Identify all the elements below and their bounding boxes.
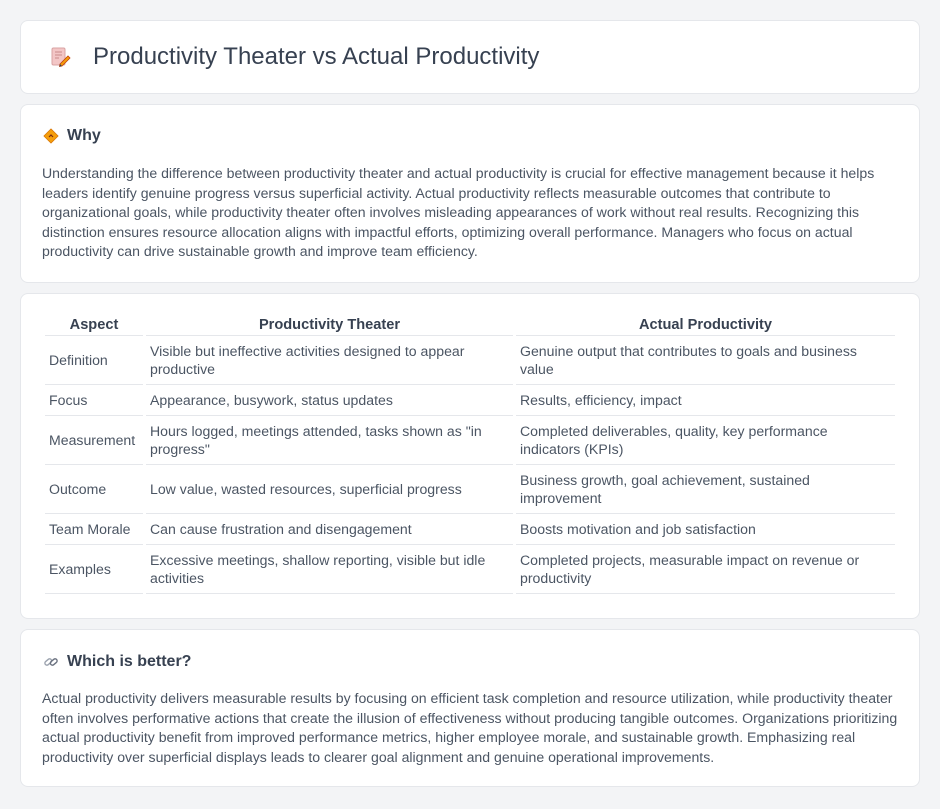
table-row: Definition Visible but ineffective activ… (45, 336, 895, 385)
column-header: Productivity Theater (146, 313, 513, 336)
table-row: Outcome Low value, wasted resources, sup… (45, 465, 895, 514)
table-row: Examples Excessive meetings, shallow rep… (45, 545, 895, 594)
why-section: Why Understanding the difference between… (20, 104, 920, 283)
table-cell: Measurement (45, 416, 143, 465)
table-cell: Boosts motivation and job satisfaction (516, 514, 895, 545)
diamond-sign-icon (42, 127, 60, 145)
table-row: Focus Appearance, busywork, status updat… (45, 385, 895, 416)
why-text: Understanding the difference between pro… (42, 165, 875, 259)
title-card: Productivity Theater vs Actual Productiv… (20, 20, 920, 94)
table-cell: Excessive meetings, shallow reporting, v… (146, 545, 513, 594)
table-header-row: Aspect Productivity Theater Actual Produ… (45, 313, 895, 336)
table-cell: Completed projects, measurable impact on… (516, 545, 895, 594)
column-header: Actual Productivity (516, 313, 895, 336)
better-heading: Which is better? (67, 653, 192, 670)
table-cell: Outcome (45, 465, 143, 514)
which-is-better-section: Which is better? Actual productivity del… (20, 629, 920, 787)
table-cell: Team Morale (45, 514, 143, 545)
column-header: Aspect (45, 313, 143, 336)
table-cell: Business growth, goal achievement, susta… (516, 465, 895, 514)
better-heading-row: Which is better? (42, 653, 898, 671)
page-title: Productivity Theater vs Actual Productiv… (93, 43, 540, 70)
link-icon (42, 653, 60, 671)
table-cell: Appearance, busywork, status updates (146, 385, 513, 416)
table-cell: Completed deliverables, quality, key per… (516, 416, 895, 465)
table-cell: Definition (45, 336, 143, 385)
table-cell: Examples (45, 545, 143, 594)
table-row: Measurement Hours logged, meetings atten… (45, 416, 895, 465)
table-cell: Results, efficiency, impact (516, 385, 895, 416)
table-cell: Genuine output that contributes to goals… (516, 336, 895, 385)
table-row: Team Morale Can cause frustration and di… (45, 514, 895, 545)
document-pencil-icon (47, 44, 73, 70)
table-cell: Focus (45, 385, 143, 416)
table-cell: Can cause frustration and disengagement (146, 514, 513, 545)
table-cell: Low value, wasted resources, superficial… (146, 465, 513, 514)
why-heading: Why (67, 127, 101, 144)
why-heading-row: Why (42, 127, 898, 145)
table-cell: Visible but ineffective activities desig… (146, 336, 513, 385)
table-cell: Hours logged, meetings attended, tasks s… (146, 416, 513, 465)
comparison-table-card: Aspect Productivity Theater Actual Produ… (20, 293, 920, 619)
comparison-table: Aspect Productivity Theater Actual Produ… (42, 313, 898, 594)
page: Productivity Theater vs Actual Productiv… (0, 0, 940, 787)
better-text: Actual productivity delivers measurable … (42, 690, 898, 765)
